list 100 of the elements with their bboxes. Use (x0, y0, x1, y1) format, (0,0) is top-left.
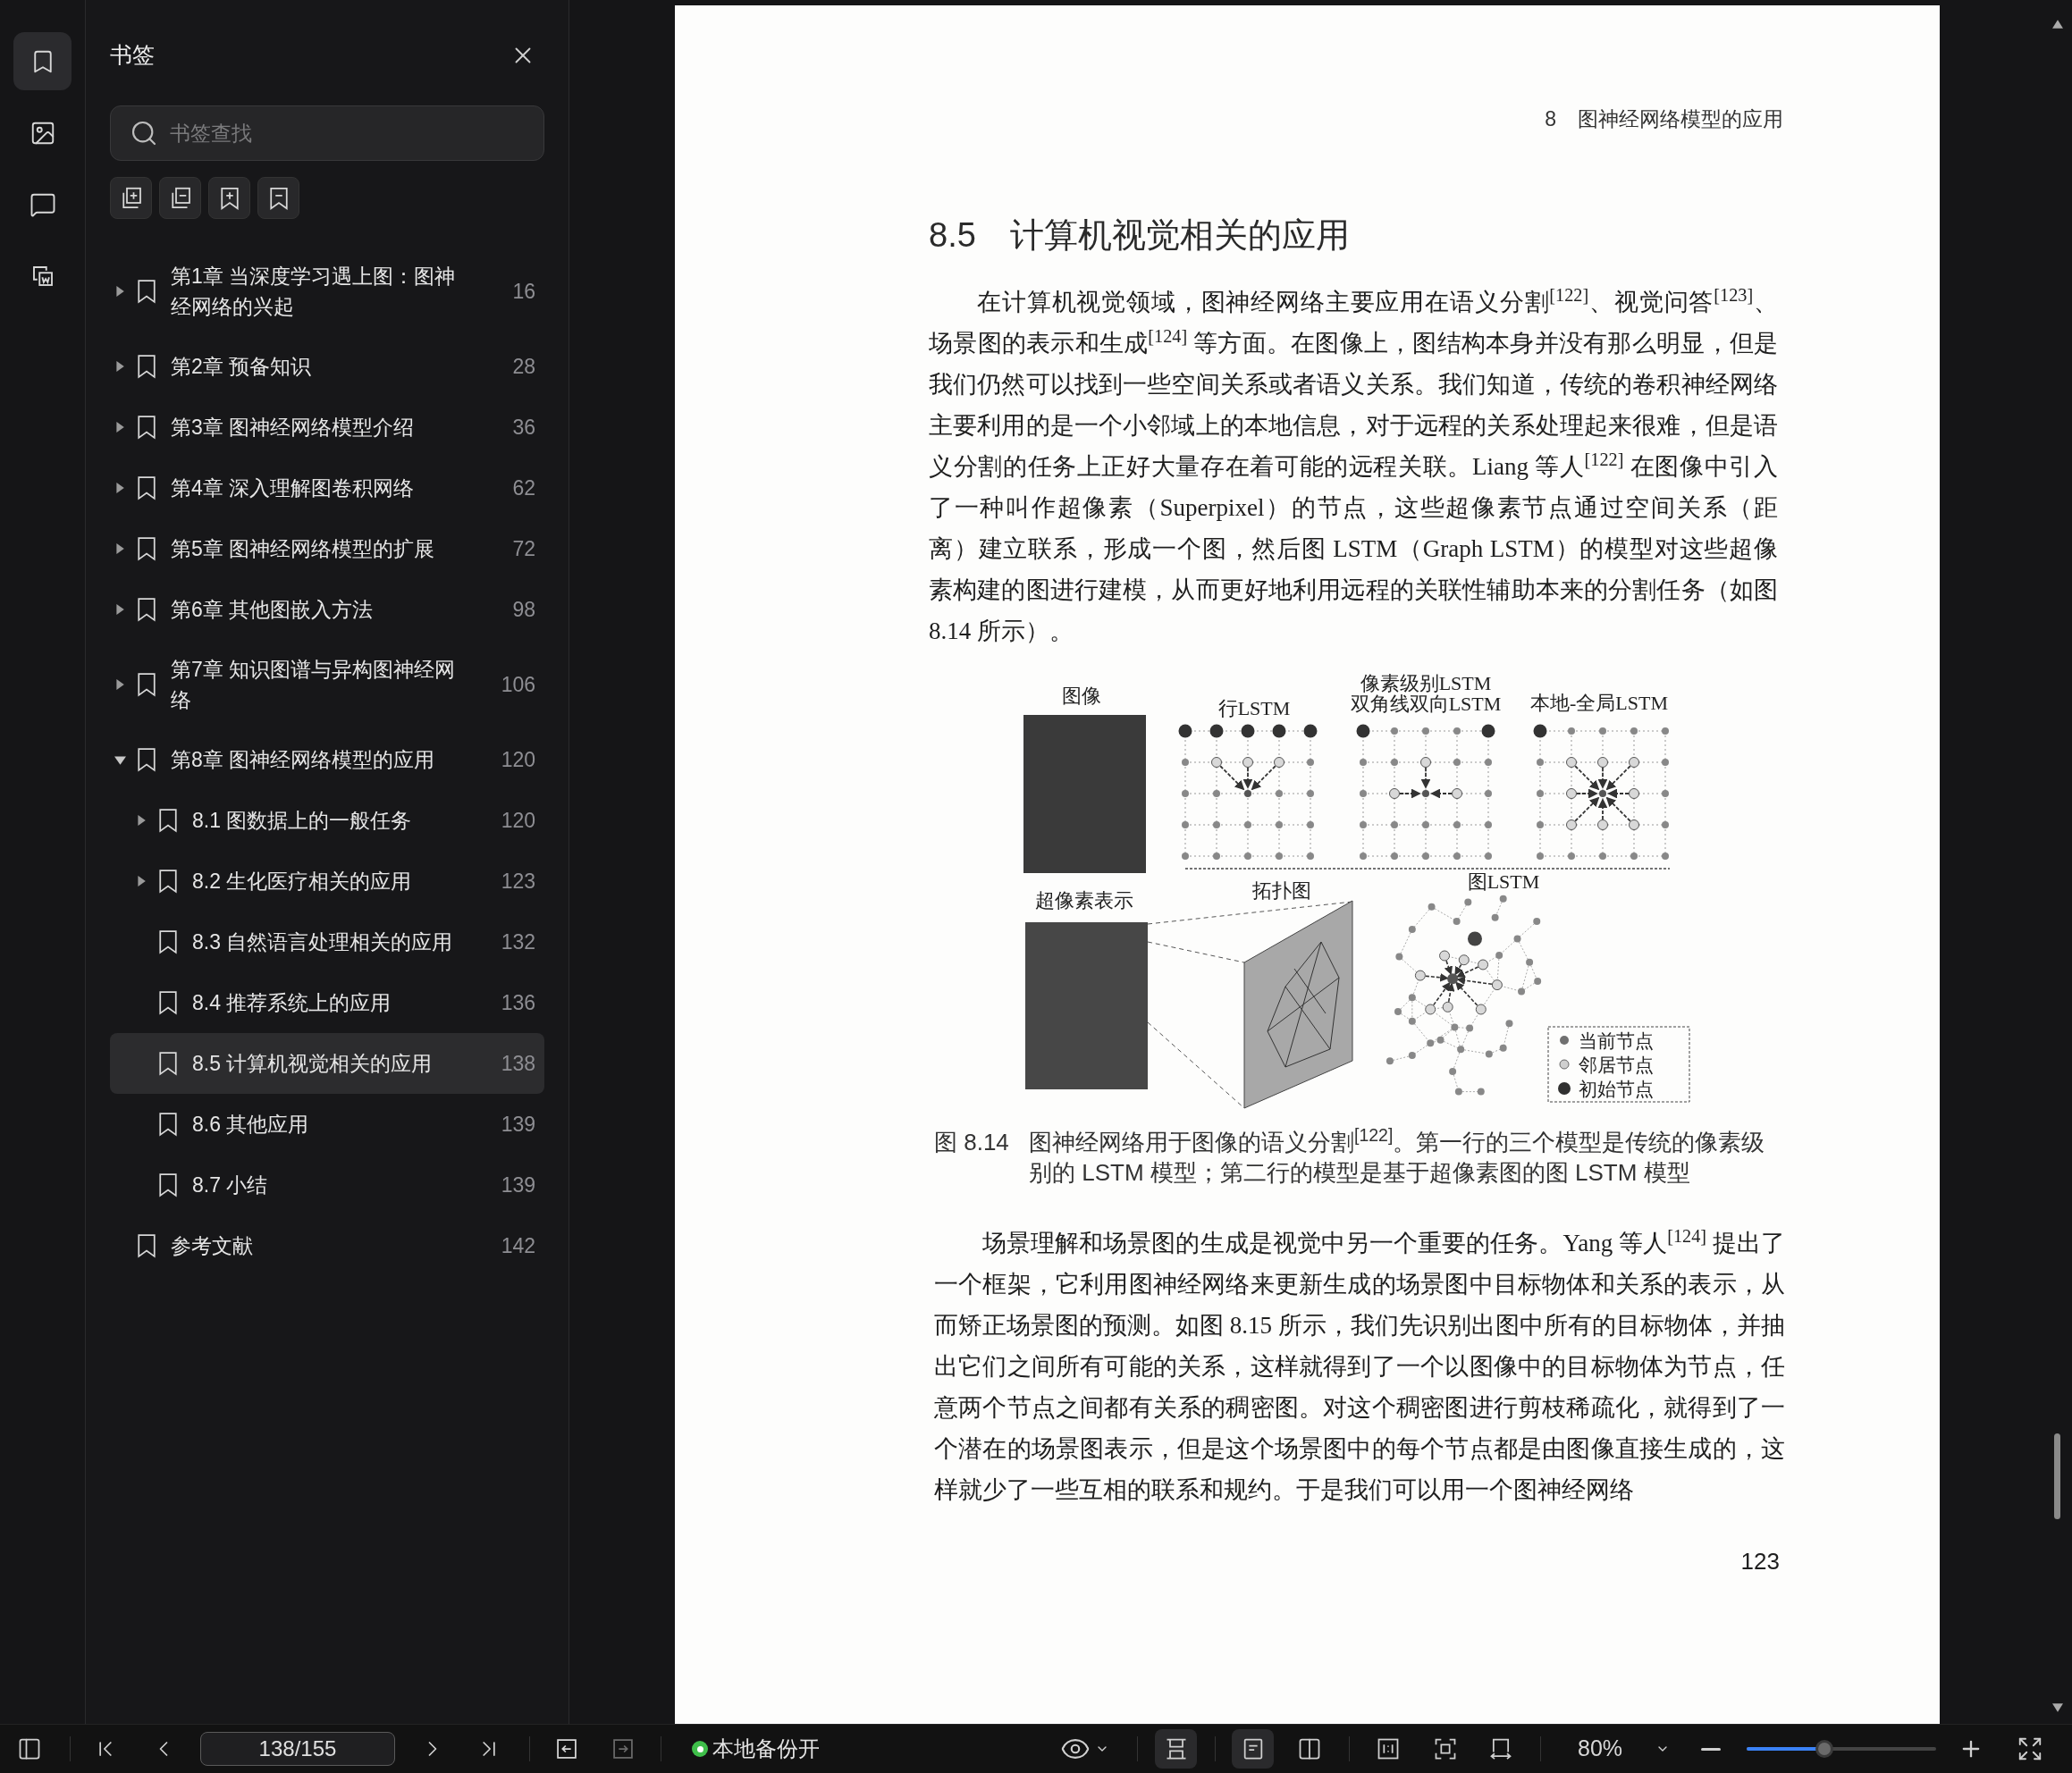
bookmark-row[interactable]: 第4章 深入理解图卷积网络 62 (110, 458, 544, 518)
bookmark-row[interactable]: 第3章 图神经网络模型介绍 36 (110, 397, 544, 458)
caret-icon[interactable] (114, 543, 125, 554)
fit-page-icon (1433, 1736, 1458, 1761)
page-number: 106 (500, 671, 535, 698)
caret-icon[interactable] (114, 679, 125, 690)
rail-tab[interactable] (13, 32, 72, 90)
scroll-up-icon[interactable] (2052, 20, 2063, 29)
continuous-scroll-button[interactable] (1155, 1729, 1197, 1769)
section-title: 计算机视觉相关的应用 (1009, 215, 1350, 256)
bookmark-label: 8.4 推荐系统上的应用 (192, 990, 392, 1016)
bookmark-label: 8.6 其他应用 (192, 1112, 310, 1138)
page-number: 72 (511, 535, 535, 562)
bookmark-row[interactable]: 第2章 预备知识 28 (110, 336, 544, 397)
bookmark-label: 第5章 图神经网络模型的扩展 (171, 536, 436, 562)
figure-label: 超像素表示 (1035, 889, 1133, 912)
page-number: 120 (500, 746, 535, 773)
figure-number: 图 8.14 (934, 1128, 1010, 1157)
legend-label: 初始节点 (1579, 1079, 1654, 1099)
section-number: 8.5 (929, 215, 976, 256)
page-number: 132 (500, 929, 535, 955)
figure-label: 像素级别LSTM (1360, 674, 1492, 694)
bookmark-row[interactable]: 8.7 小结 139 (110, 1155, 544, 1215)
toolbar-button[interactable] (159, 177, 201, 219)
scrollbar-thumb[interactable] (2054, 1433, 2060, 1519)
page-number: 16 (511, 278, 535, 305)
bookmark-label: 8.7 小结 (192, 1172, 269, 1198)
page-number-field[interactable]: 138/155 (200, 1732, 395, 1766)
toolbar-button[interactable] (110, 177, 152, 219)
bookmark-row[interactable]: 第6章 其他图嵌入方法 98 (110, 579, 544, 640)
bookmark-row[interactable]: 第1章 当深度学习遇上图：图神经网络的兴起 16 (110, 247, 544, 336)
fullscreen-icon (2017, 1735, 2043, 1762)
body-paragraph: 场景理解和场景图的生成是视觉中另一个重要的任务。Yang 等人$^{[124]}$ 提出了一个框架，它利用图神经网络来更新生成的场景图中目标物体和关系的表示，从而矫正场景图的预测。如图 8.15 所示，我们先识别出图中所有的目标物体，并抽出它们之间所有可能的关系，这样就得到了一个以图像中的目标物体为节点，任意两个节点之间都有关系的稠密图。对这个稠密图进行剪枝稀疏化，就得到了一个潜在的场景图表示，但是这个场景图中的每个节点都是由图像直接生成的，这样就少了一些互相的联系和规约。于是我们可以用一个图神经网络 (934, 1224, 1785, 1505)
page-number: 62 (511, 475, 535, 501)
bookmark-row[interactable]: 第5章 图神经网络模型的扩展 72 (110, 518, 544, 579)
bookmark-label: 第8章 图神经网络模型的应用 (171, 747, 436, 773)
page-number: 139 (500, 1111, 535, 1138)
bookmark-label: 参考文献 (171, 1233, 254, 1259)
page-number: 120 (500, 807, 535, 834)
page-footer-number: 123 (1740, 1547, 1780, 1576)
bookmark-row[interactable]: 8.5 计算机视觉相关的应用 138 (110, 1033, 544, 1094)
bookmark-row[interactable]: 8.3 自然语言处理相关的应用 132 (110, 912, 544, 972)
page-number: 139 (500, 1172, 535, 1198)
sidebar-icon (17, 1736, 42, 1761)
legend-label: 当前节点 (1579, 1030, 1654, 1051)
forward-icon (611, 1736, 636, 1761)
figure-label: 图LSTM (1467, 870, 1540, 893)
bookmark-label: 第3章 图神经网络模型介绍 (171, 415, 416, 441)
bookmark-label: 第7章 知识图谱与异构图神经网络 (171, 657, 457, 713)
page-number: 36 (511, 414, 535, 441)
panel-title: 书签 (110, 41, 155, 70)
single-page-button[interactable] (1232, 1729, 1274, 1769)
running-head-number: 8 (1545, 106, 1556, 132)
bookmark-row[interactable]: 8.4 推荐系统上的应用 136 (110, 972, 544, 1033)
page-number: 123 (500, 868, 535, 895)
bookmark-label: 第1章 当深度学习遇上图：图神经网络的兴起 (171, 264, 457, 320)
zoom-slider[interactable] (1747, 1739, 1936, 1759)
bookmark-row[interactable]: 第8章 图神经网络模型的应用 120 (110, 729, 544, 790)
search-field[interactable]: 书签查找 (110, 105, 544, 161)
caret-icon[interactable] (114, 286, 125, 297)
bookmark-row[interactable]: 参考文献 142 (110, 1215, 544, 1276)
fit-width-icon (1376, 1736, 1401, 1761)
caret-icon[interactable] (114, 422, 125, 433)
legend-label: 邻居节点 (1579, 1055, 1654, 1075)
running-head-title: 图神经网络模型的应用 (1578, 106, 1783, 132)
page-number: 136 (500, 989, 535, 1016)
page-number: 142 (500, 1232, 535, 1259)
figure-label: 拓扑图 (1252, 879, 1311, 902)
figure-caption: 图神经网络用于图像的语义分割$^{[122]}$。第一行的三个模型是传统的像素级别的 LSTM 模型；第二行的模型是基于超像素图的图 LSTM 模型 (1029, 1127, 1766, 1188)
bookmark-label: 8.1 图数据上的一般任务 (192, 808, 413, 834)
back-icon (554, 1736, 579, 1761)
minus-icon (1701, 1747, 1721, 1751)
page-number: 138 (500, 1050, 535, 1077)
page-number: 28 (511, 353, 535, 380)
page-number: 98 (511, 596, 535, 623)
caret-icon[interactable] (136, 815, 147, 826)
figure-label: 双角线双向LSTM (1350, 693, 1502, 715)
bookmark-row[interactable]: 8.6 其他应用 139 (110, 1094, 544, 1155)
bookmark-label: 8.5 计算机视觉相关的应用 (192, 1051, 434, 1077)
caret-icon[interactable] (114, 483, 125, 493)
scroll-down-icon[interactable] (2052, 1703, 2063, 1712)
bookmark-label: 第4章 深入理解图卷积网络 (171, 475, 416, 501)
figure-label: 行LSTM (1217, 697, 1291, 719)
slider-thumb[interactable] (1815, 1740, 1833, 1758)
bookmark-row[interactable]: 8.1 图数据上的一般任务 120 (110, 790, 544, 851)
caret-icon[interactable] (136, 876, 147, 886)
search-icon (130, 119, 158, 147)
figure-label: 图像 (1062, 685, 1101, 707)
toolbar-button[interactable] (257, 177, 299, 219)
bookmark-label: 8.3 自然语言处理相关的应用 (192, 929, 454, 955)
toolbar-button[interactable] (208, 177, 250, 219)
caret-icon[interactable] (114, 604, 125, 615)
bookmark-label: 8.2 生化医疗相关的应用 (192, 869, 413, 895)
backup-toggle[interactable]: 本地备份开 (692, 1733, 840, 1765)
bookmark-row[interactable]: 8.2 生化医疗相关的应用 123 (110, 851, 544, 912)
bookmark-row[interactable]: 第7章 知识图谱与异构图神经网络 106 (110, 640, 544, 729)
bookmark-label: 第2章 预备知识 (171, 354, 313, 380)
bookmark-label: 第6章 其他图嵌入方法 (171, 597, 375, 623)
figure-label: 本地-全局LSTM (1530, 692, 1668, 714)
caret-icon[interactable] (114, 361, 125, 372)
